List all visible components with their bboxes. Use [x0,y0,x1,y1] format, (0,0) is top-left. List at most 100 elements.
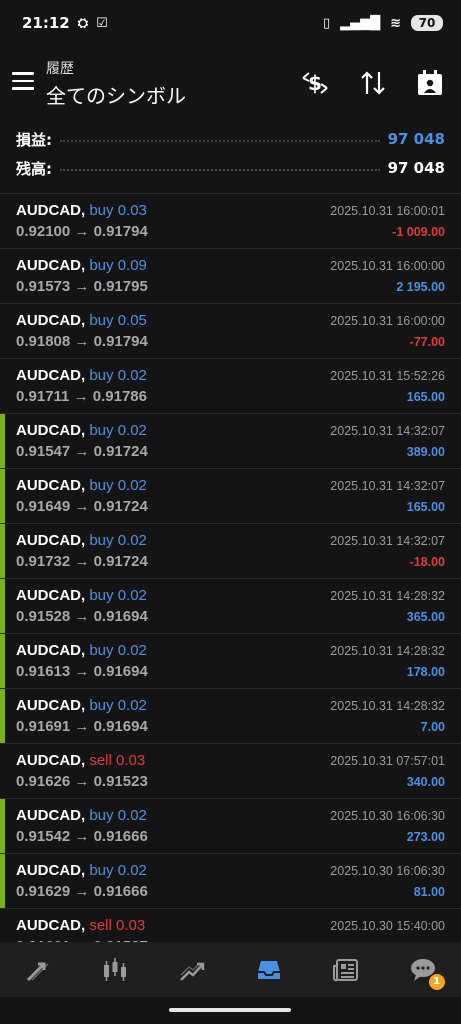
trade-row[interactable]: AUDCAD, buy 0.05 0.91808 → 0.91794 2025.10… [0,304,461,359]
trade-row[interactable]: AUDCAD, buy 0.02 0.91711 → 0.91786 2025.10… [0,359,461,414]
open-price: 0.91808 [16,333,71,350]
battery-icon: 70 [411,15,443,31]
calendar-filter-icon[interactable] [415,68,445,98]
menu-icon[interactable] [12,72,34,90]
trade-row[interactable]: AUDCAD, buy 0.02 0.91649 → 0.91724 2025.10… [0,469,461,524]
app-header: 履歴 全てのシンボル $ [0,52,461,112]
sort-icon[interactable] [358,68,388,98]
trade-row[interactable]: AUDCAD, buy 0.03 0.92100 → 0.91794 2025.10… [0,194,461,249]
arrow-right-icon: → [70,663,94,680]
trade-symbol: AUDCAD, buy 0.09 [16,257,147,274]
trade-prices: 0.91626 → 0.91523 [16,773,148,790]
trade-time: 2025.10.30 15:40:00 [330,919,445,933]
trade-prices: 0.91542 → 0.91666 [16,828,148,845]
trade-side: buy 0.02 [89,367,147,384]
position-marker-bar [0,799,5,853]
vibrate-icon: ▯ [322,15,331,31]
trade-profit: 165.00 [406,390,445,404]
trade-prices: 0.91547 → 0.91724 [16,443,148,460]
symbol-name: AUDCAD, [16,807,86,824]
home-indicator[interactable] [169,1008,291,1012]
trade-side: sell 0.03 [89,752,146,769]
trade-time: 2025.10.31 07:57:01 [330,754,445,768]
close-price: 0.91724 [93,498,148,515]
trade-row[interactable]: AUDCAD, buy 0.09 0.91573 → 0.91795 2025.10… [0,249,461,304]
balance-value: 97 048 [387,159,445,177]
trade-profit: -77.00 [409,335,445,349]
trade-prices: 0.91711 → 0.91786 [16,388,147,405]
header-subtitle: 履歴 [46,61,74,77]
chat-icon[interactable]: 1 [403,950,445,990]
trade-row[interactable]: AUDCAD, buy 0.02 0.91732 → 0.91724 2025.10… [0,524,461,579]
symbol-name: AUDCAD, [16,257,86,274]
trade-side: buy 0.02 [89,532,147,549]
trade-side: buy 0.02 [89,807,147,824]
trade-side: buy 0.02 [89,422,147,439]
close-price: 0.91694 [93,608,148,625]
trade-time: 2025.10.30 16:06:30 [330,864,445,878]
arrow-right-icon: → [70,828,94,845]
trade-time: 2025.10.31 14:32:07 [330,479,445,493]
notification-icon: ⛭ [77,15,89,31]
trade-symbol: AUDCAD, buy 0.02 [16,587,147,604]
close-price: 0.91724 [93,553,148,570]
symbol-name: AUDCAD, [16,587,86,604]
history-icon[interactable] [249,950,289,990]
symbol-name: AUDCAD, [16,917,86,934]
trade-profit: -18.00 [409,555,445,569]
trade-history-list[interactable]: AUDCAD, buy 0.03 0.92100 → 0.91794 2025.10… [0,194,461,942]
news-icon[interactable] [326,950,366,990]
trade-row[interactable]: AUDCAD, buy 0.02 0.91629 → 0.91666 2025.10… [0,854,461,909]
arrow-right-icon: → [70,333,94,350]
position-marker-bar [0,524,5,578]
trade-row[interactable]: AUDCAD, buy 0.02 0.91547 → 0.91724 2025.10… [0,414,461,469]
profit-row: 損益: 97 048 [16,126,445,152]
trade-time: 2025.10.31 16:00:01 [330,204,445,218]
trade-prices: 0.91732 → 0.91724 [16,553,148,570]
quotes-icon[interactable] [18,950,58,990]
page-title[interactable]: 全てのシンボル [46,80,186,109]
trade-row[interactable]: AUDCAD, buy 0.02 0.91542 → 0.91666 2025.10… [0,799,461,854]
symbol-name: AUDCAD, [16,862,86,879]
trade-row[interactable]: AUDCAD, sell 0.030.91661 → 0.915372025.1… [0,909,461,942]
arrow-right-icon: → [70,498,94,515]
trade-row[interactable]: AUDCAD, buy 0.02 0.91613 → 0.91694 2025.10… [0,634,461,689]
trade-icon[interactable] [172,950,212,990]
open-price: 0.91528 [16,608,71,625]
chart-icon[interactable] [95,950,135,990]
trade-profit: 7.00 [420,720,445,734]
trade-symbol: AUDCAD, buy 0.02 [16,367,147,384]
balance-label: 残高: [16,159,52,178]
dotted-leader [60,140,380,142]
trade-time: 2025.10.30 16:06:30 [330,809,445,823]
trade-row[interactable]: AUDCAD, buy 0.02 0.91528 → 0.91694 2025.10… [0,579,461,634]
currency-toggle-icon[interactable]: $ [300,68,330,98]
trade-symbol: AUDCAD, buy 0.03 [16,202,147,219]
open-price: 0.92100 [16,223,71,240]
trade-profit: 340.00 [406,775,445,789]
trade-side: buy 0.02 [89,642,147,659]
trade-row[interactable]: AUDCAD, buy 0.02 0.91691 → 0.91694 2025.10… [0,689,461,744]
arrow-right-icon: → [70,553,94,570]
trade-time: 2025.10.31 14:32:07 [330,424,445,438]
trade-symbol: AUDCAD, buy 0.02 [16,532,147,549]
dotted-leader [60,169,380,171]
balance-row: 残高: 97 048 [16,155,445,181]
trade-symbol: AUDCAD, sell 0.03 [16,752,145,769]
trade-prices: 0.91808 → 0.91794 [16,333,148,350]
open-price: 0.91691 [16,718,71,735]
open-price: 0.91711 [16,388,70,405]
trade-time: 2025.10.31 16:00:00 [330,314,445,328]
trade-prices: 0.92100 → 0.91794 [16,223,148,240]
trade-symbol: AUDCAD, sell 0.03 [16,917,145,934]
trade-prices: 0.91649 → 0.91724 [16,498,148,515]
trade-side: buy 0.02 [89,477,147,494]
trade-row[interactable]: AUDCAD, sell 0.03 0.91626 → 0.91523 2025.1… [0,744,461,799]
gesture-bar [0,997,461,1024]
arrow-right-icon: → [70,443,94,460]
arrow-right-icon: → [70,608,94,625]
trade-symbol: AUDCAD, buy 0.02 [16,642,147,659]
close-price: 0.91694 [93,663,148,680]
close-price: 0.91694 [93,718,148,735]
symbol-name: AUDCAD, [16,752,86,769]
